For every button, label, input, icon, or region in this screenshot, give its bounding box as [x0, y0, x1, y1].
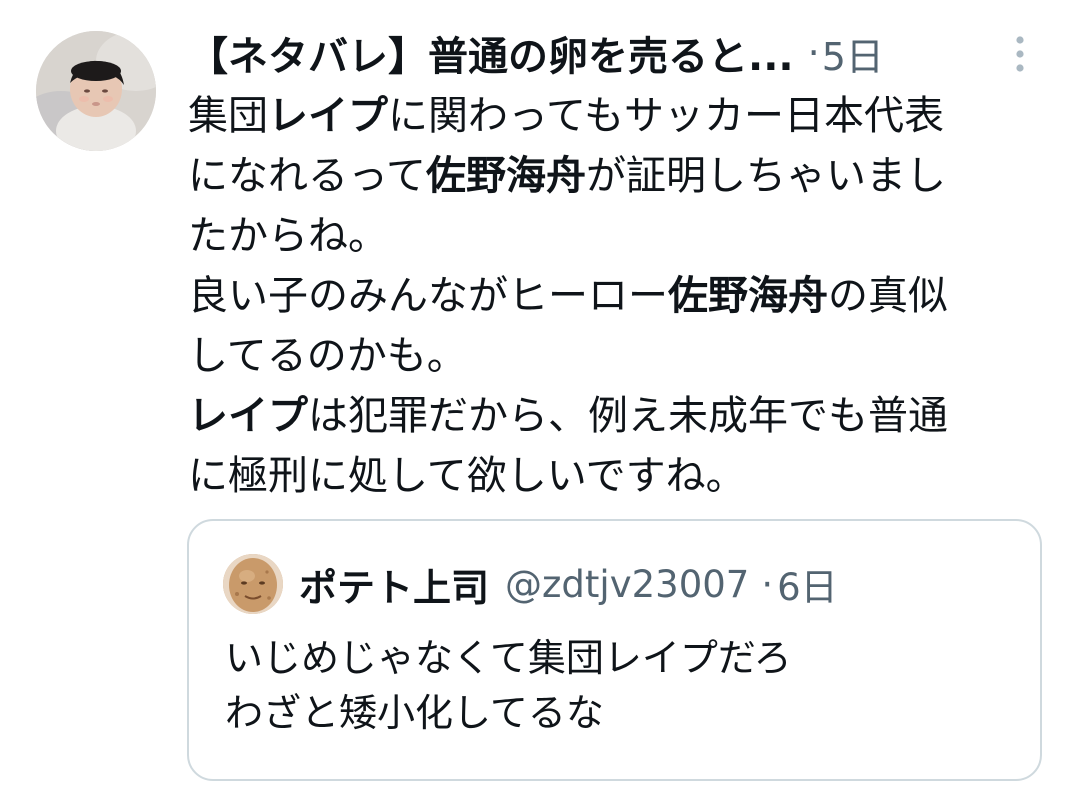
tweet-text-line: 集団レイプに関わってもサッカー日本代表	[188, 86, 1058, 146]
text-segment: たからね。	[188, 213, 388, 259]
text-segment: に極刑に処して欲しいですね。	[188, 453, 746, 499]
quote-text: いじめじゃなくて集団レイプだろ わざと矮小化してるな	[225, 631, 1025, 741]
text-segment: は犯罪だから、例え未成年でも普通	[308, 393, 948, 439]
tweet-header: 【ネタバレ】普通の卵を売ると... · 5日	[188, 26, 884, 80]
dot-separator: ·	[807, 31, 820, 75]
more-options-button[interactable]	[1004, 34, 1036, 74]
text-segment: の真似	[828, 273, 948, 319]
dot-separator: ·	[761, 562, 774, 606]
tweet[interactable]: 【ネタバレ】普通の卵を売ると... · 5日 集団レイプに関わってもサッカー日本…	[0, 0, 1080, 805]
bold-text-segment: 佐野海舟	[668, 273, 828, 319]
potato-face-avatar-icon	[223, 554, 283, 614]
tweet-text-line: になれるって佐野海舟が証明しちゃいまし	[188, 146, 1058, 206]
more-vertical-icon	[1016, 36, 1024, 72]
text-segment: 集団	[188, 93, 268, 139]
tweet-text-line: に極刑に処して欲しいですね。	[188, 446, 1058, 506]
timestamp[interactable]: 5日	[822, 26, 884, 81]
quote-handle[interactable]: @zdtjv23007	[505, 563, 749, 606]
quote-display-name[interactable]: ポテト上司	[299, 557, 489, 612]
tweet-text-line: レイプは犯罪だから、例え未成年でも普通	[188, 386, 1058, 446]
bold-text-segment: レイプ	[188, 393, 308, 439]
text-segment: 良い子のみんながヒーロー	[188, 273, 668, 319]
quote-text-line: わざと矮小化してるな	[225, 691, 604, 735]
display-name[interactable]: 【ネタバレ】普通の卵を売ると...	[188, 24, 794, 82]
tweet-text-line: してるのかも。	[188, 326, 1058, 386]
text-segment: してるのかも。	[188, 333, 467, 379]
quote-avatar[interactable]	[223, 554, 283, 614]
text-segment: になれるって	[188, 153, 426, 199]
tweet-text-line: たからね。	[188, 206, 1058, 266]
quote-timestamp[interactable]: 6日	[777, 557, 838, 611]
text-segment: に関わってもサッカー日本代表	[388, 93, 944, 139]
quote-text-line: いじめじゃなくて集団レイプだろ	[225, 636, 792, 680]
quote-header: ポテト上司 @zdtjv23007 · 6日	[299, 557, 838, 611]
tweet-text: 集団レイプに関わってもサッカー日本代表 になれるって佐野海舟が証明しちゃいまし …	[188, 86, 1058, 506]
tweet-text-line: 良い子のみんながヒーロー佐野海舟の真似	[188, 266, 1058, 326]
bold-text-segment: レイプ	[268, 93, 388, 139]
text-segment: が証明しちゃいまし	[586, 153, 946, 199]
baby-photo-avatar-icon	[36, 31, 156, 151]
avatar[interactable]	[36, 31, 156, 151]
quoted-tweet[interactable]: ポテト上司 @zdtjv23007 · 6日 いじめじゃなくて集団レイプだろ わ…	[187, 519, 1042, 781]
bold-text-segment: 佐野海舟	[426, 153, 586, 199]
